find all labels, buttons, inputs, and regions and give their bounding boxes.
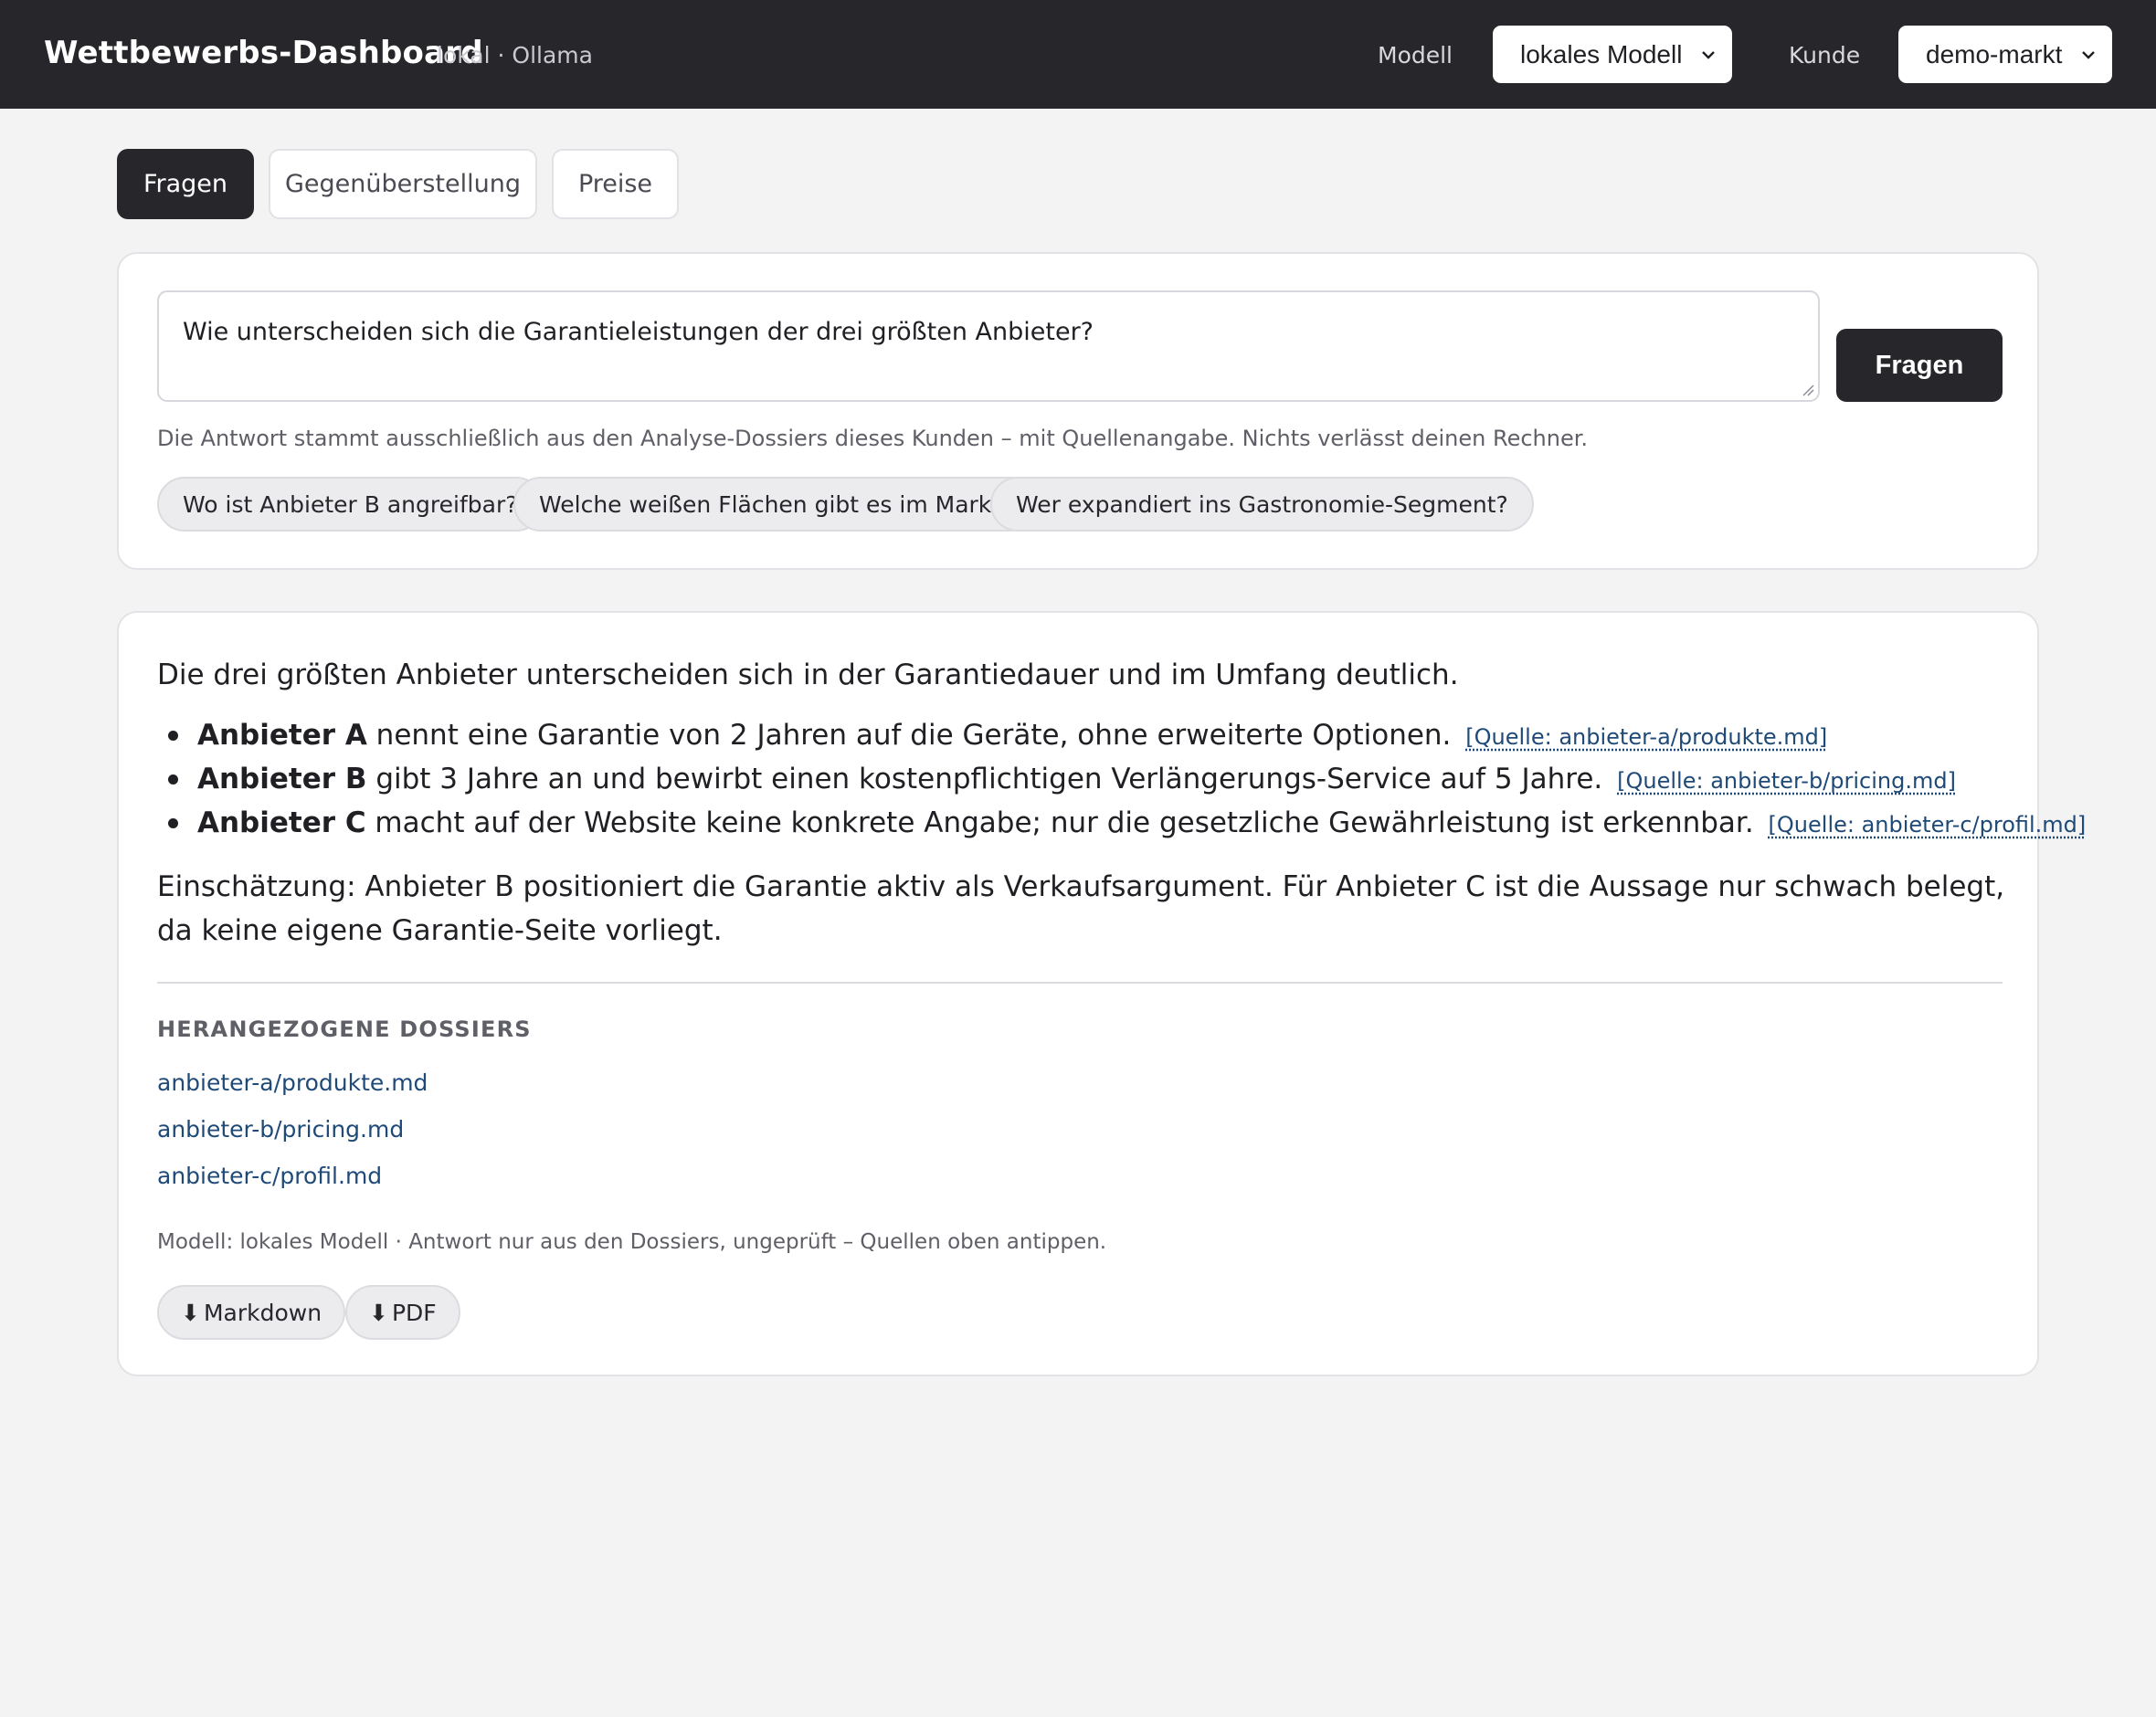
bullet-text: macht auf der Website keine konkrete Ang…: [365, 806, 1754, 839]
question-input-value: Wie unterscheiden sich die Garantieleist…: [183, 318, 1094, 346]
tab-preise[interactable]: Preise: [552, 149, 679, 219]
provider-name: Anbieter B: [197, 763, 367, 795]
list-item: Anbieter A nennt eine Garantie von 2 Jah…: [157, 713, 2012, 757]
dossier-link[interactable]: anbieter-b/pricing.md: [157, 1116, 404, 1143]
question-input[interactable]: Wie unterscheiden sich die Garantieleist…: [157, 290, 1820, 402]
download-markdown-button[interactable]: ⬇ Markdown: [157, 1285, 346, 1340]
suggestion-chip[interactable]: Welche weißen Flächen gibt es im Markt?: [513, 477, 1039, 532]
chevron-down-icon: [1702, 51, 1715, 59]
download-arrow-icon: ⬇: [181, 1299, 200, 1326]
bullet-dot-icon: [168, 818, 178, 828]
source-link[interactable]: [Quelle: anbieter-c/profil.md]: [1769, 812, 2087, 837]
bullet-dot-icon: [168, 774, 178, 785]
customer-select[interactable]: demo-markt: [1898, 26, 2112, 83]
tab-fragen[interactable]: Fragen: [117, 149, 254, 219]
divider: [157, 982, 2003, 984]
customer-label: Kunde: [1789, 42, 1861, 68]
bullet-text: nennt eine Garantie von 2 Jahren auf die…: [366, 719, 1452, 752]
answer-list: Anbieter A nennt eine Garantie von 2 Jah…: [157, 713, 2086, 845]
chevron-down-icon: [2082, 51, 2095, 59]
download-label: PDF: [391, 1299, 437, 1326]
suggestion-chip[interactable]: Wo ist Anbieter B angreifbar?: [157, 477, 544, 532]
question-card: Wie unterscheiden sich die Garantieleist…: [117, 252, 2039, 570]
download-pdf-button[interactable]: ⬇ PDF: [345, 1285, 460, 1340]
question-hint: Die Antwort stammt ausschließlich aus de…: [157, 426, 1589, 451]
app-title: Wettbewerbs-Dashboard: [44, 35, 483, 71]
bullet-dot-icon: [168, 731, 178, 741]
provider-name: Anbieter A: [197, 719, 367, 752]
top-bar: Wettbewerbs-Dashboard lokal · Ollama Mod…: [0, 0, 2156, 109]
provider-name: Anbieter C: [197, 806, 366, 839]
list-item: Anbieter C macht auf der Website keine k…: [157, 801, 2086, 845]
answer-assessment: Einschätzung: Anbieter B positioniert di…: [157, 870, 2005, 947]
source-link[interactable]: [Quelle: anbieter-b/pricing.md]: [1617, 768, 1956, 794]
dossier-link[interactable]: anbieter-a/produkte.md: [157, 1069, 428, 1096]
answer-meta: Modell: lokales Modell · Antwort nur aus…: [157, 1230, 1107, 1254]
app-subtitle: lokal · Ollama: [437, 42, 593, 68]
source-link[interactable]: [Quelle: anbieter-a/produkte.md]: [1465, 724, 1827, 750]
download-arrow-icon: ⬇: [369, 1299, 388, 1326]
tab-gegenueberstellung[interactable]: Gegenüberstellung: [269, 149, 537, 219]
model-label: Modell: [1378, 42, 1453, 68]
model-select[interactable]: lokales Modell: [1493, 26, 1732, 83]
dossier-link[interactable]: anbieter-c/profil.md: [157, 1163, 382, 1189]
dossiers-heading: HERANGEZOGENE DOSSIERS: [157, 1017, 532, 1042]
model-select-value: lokales Modell: [1520, 39, 1683, 68]
ask-button[interactable]: Fragen: [1836, 329, 2003, 402]
answer-card: Die drei größten Anbieter unterscheiden …: [117, 611, 2086, 1376]
resize-grip-icon[interactable]: [1800, 382, 1814, 396]
customer-select-value: demo-markt: [1926, 39, 2063, 68]
suggestion-chip[interactable]: Wer expandiert ins Gastronomie-Segment?: [990, 477, 1534, 532]
list-item: Anbieter B gibt 3 Jahre an und bewirbt e…: [157, 757, 2012, 801]
bullet-text: gibt 3 Jahre an und bewirbt einen kosten…: [366, 763, 1603, 795]
answer-intro: Die drei größten Anbieter unterscheiden …: [157, 658, 1459, 691]
download-label: Markdown: [203, 1299, 322, 1326]
